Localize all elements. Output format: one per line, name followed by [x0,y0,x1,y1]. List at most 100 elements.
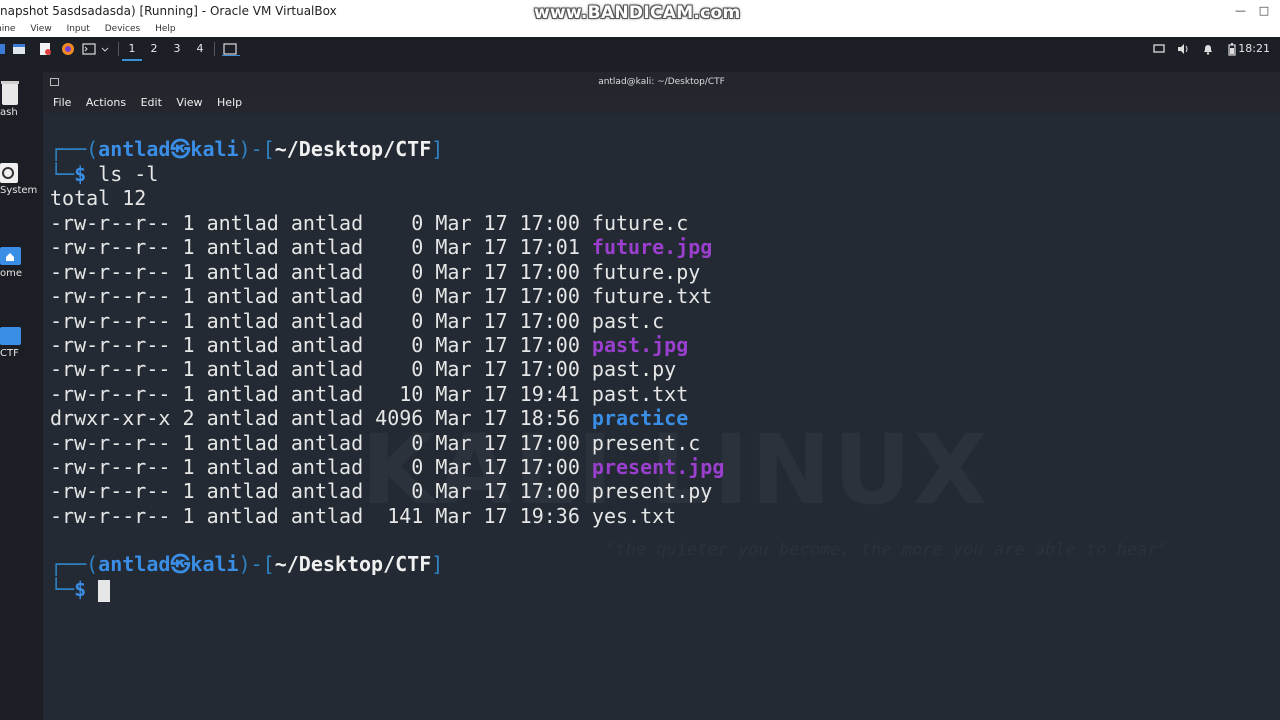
file-group: antlad [290,503,364,528]
file-size: 0 [375,479,424,504]
file-owner: antlad [206,381,279,406]
file-permissions: -rw-r--r-- [50,455,171,479]
file-name: present.c [591,430,701,455]
desktop-icon-ctf[interactable]: CTF [0,324,40,359]
file-permissions: -rw-r--r-- [50,308,171,333]
minimize-icon[interactable]: — [1231,0,1251,22]
terminal-task-icon[interactable] [222,42,240,56]
link-count: 1 [182,381,195,406]
notification-bell-icon[interactable] [1201,42,1215,56]
link-count: 1 [182,455,195,479]
file-size: 0 [375,308,424,333]
firefox-icon[interactable] [61,42,75,56]
listing-row: -rw-r--r-- 1 antlad antlad 0 Mar 17 17:0… [50,309,664,333]
file-date: Mar 17 17:00 [435,284,580,309]
listing-row: -rw-r--r-- 1 antlad antlad 10 Mar 17 19:… [50,382,688,406]
file-size: 0 [375,430,424,455]
terminal-menu-view[interactable]: View [176,96,202,109]
file-date: Mar 17 17:00 [435,333,580,357]
panel-clock[interactable]: 18:21 [1238,37,1270,61]
prompt-user: antlad [98,552,171,576]
desktop-icon-home[interactable]: ome [0,244,40,279]
terminal-output[interactable]: KALI LINUX "the quieter you become, the … [43,114,1280,720]
terminal-menu-file[interactable]: File [53,96,71,109]
file-owner: antlad [206,503,279,528]
maximize-icon[interactable]: □ [1254,0,1274,22]
host-menu-devices[interactable]: Devices [105,22,140,37]
desktop-icon-label: System [0,185,38,196]
prompt-path: ~/Desktop/CTF [274,552,432,576]
file-name: present.jpg [591,455,725,479]
terminal-launcher-icon[interactable] [82,42,96,56]
trash-icon [1,81,19,105]
file-permissions: -rw-r--r-- [50,430,171,455]
file-name: future.txt [591,284,713,309]
desktop-icon-trash[interactable]: ash [0,79,40,118]
link-count: 1 [182,479,195,504]
volume-icon[interactable] [1176,42,1190,56]
prompt-dollar: $ [74,162,87,186]
workspace-4[interactable]: 4 [190,37,210,61]
file-date: Mar 17 18:56 [435,406,580,431]
listing-row: -rw-r--r-- 1 antlad antlad 0 Mar 17 17:0… [50,431,700,455]
terminal-menu-help[interactable]: Help [217,96,242,109]
battery-icon[interactable] [1225,42,1239,56]
terminal-window[interactable]: antlad@kali: ~/Desktop/CTF File Actions … [43,72,1280,720]
listing-row: -rw-r--r-- 1 antlad antlad 0 Mar 17 17:0… [50,455,724,479]
command-line[interactable]: └─$ [50,577,111,602]
top-panel: 1 2 3 4 18:21 [0,37,1280,61]
text-editor-icon[interactable] [38,42,52,56]
home-folder-icon [0,247,21,265]
file-name: past.txt [591,381,689,406]
text-cursor[interactable] [98,579,111,602]
terminal-menu-actions[interactable]: Actions [86,96,126,109]
host-window-title: napshot 5asdsadasda) [Running] - Oracle … [0,4,337,18]
prompt-at-symbol: ㉿ [170,552,191,576]
file-permissions: -rw-r--r-- [50,235,171,260]
file-group: antlad [290,333,364,357]
total-line: total 12 [50,186,147,210]
file-owner: antlad [206,406,279,431]
workspace-1[interactable]: 1 [122,37,142,61]
host-menu-help[interactable]: Help [155,22,176,37]
listing-row: -rw-r--r-- 1 antlad antlad 141 Mar 17 19… [50,504,676,528]
file-date: Mar 17 17:00 [435,430,580,455]
file-date: Mar 17 17:00 [435,479,580,504]
file-group: antlad [290,259,364,284]
workspace-2[interactable]: 2 [144,37,164,61]
link-count: 1 [182,357,195,382]
chevron-down-icon[interactable] [100,42,110,56]
terminal-title-bar[interactable]: antlad@kali: ~/Desktop/CTF [43,72,1280,92]
folder-icon [0,327,21,345]
file-date: Mar 17 17:00 [435,357,580,382]
file-name: present.py [591,479,713,504]
command-text: ls -l [98,162,159,186]
host-menu-bar: hine View Input Devices Help [0,22,1280,37]
file-size: 0 [375,357,424,382]
prompt-at-symbol: ㉿ [170,137,191,161]
desktop-icon-filesystem[interactable]: System [0,161,40,196]
terminal-menu-edit[interactable]: Edit [141,96,162,109]
file-group: antlad [290,430,364,455]
file-permissions: -rw-r--r-- [50,479,171,504]
file-group: antlad [290,381,364,406]
prompt-line: ┌──(antlad㉿kali)-[~/Desktop/CTF] [50,552,444,576]
file-permissions: drwxr-xr-x [50,406,171,431]
display-icon[interactable] [1152,42,1166,56]
host-menu-machine[interactable]: hine [0,22,15,37]
file-date: Mar 17 19:36 [435,503,580,528]
host-menu-input[interactable]: Input [67,22,90,37]
panel-separator [118,42,119,56]
file-group: antlad [290,357,364,382]
file-manager-icon[interactable] [12,42,26,56]
link-count: 1 [182,308,195,333]
host-menu-view[interactable]: View [30,22,51,37]
file-size: 0 [375,235,424,260]
desktop-icon-label: ome [0,268,23,279]
file-owner: antlad [206,308,279,333]
link-count: 1 [182,503,195,528]
workspace-3[interactable]: 3 [167,37,187,61]
file-size: 0 [375,333,424,357]
file-size: 0 [375,455,424,479]
listing-row: -rw-r--r-- 1 antlad antlad 0 Mar 17 17:0… [50,211,688,235]
